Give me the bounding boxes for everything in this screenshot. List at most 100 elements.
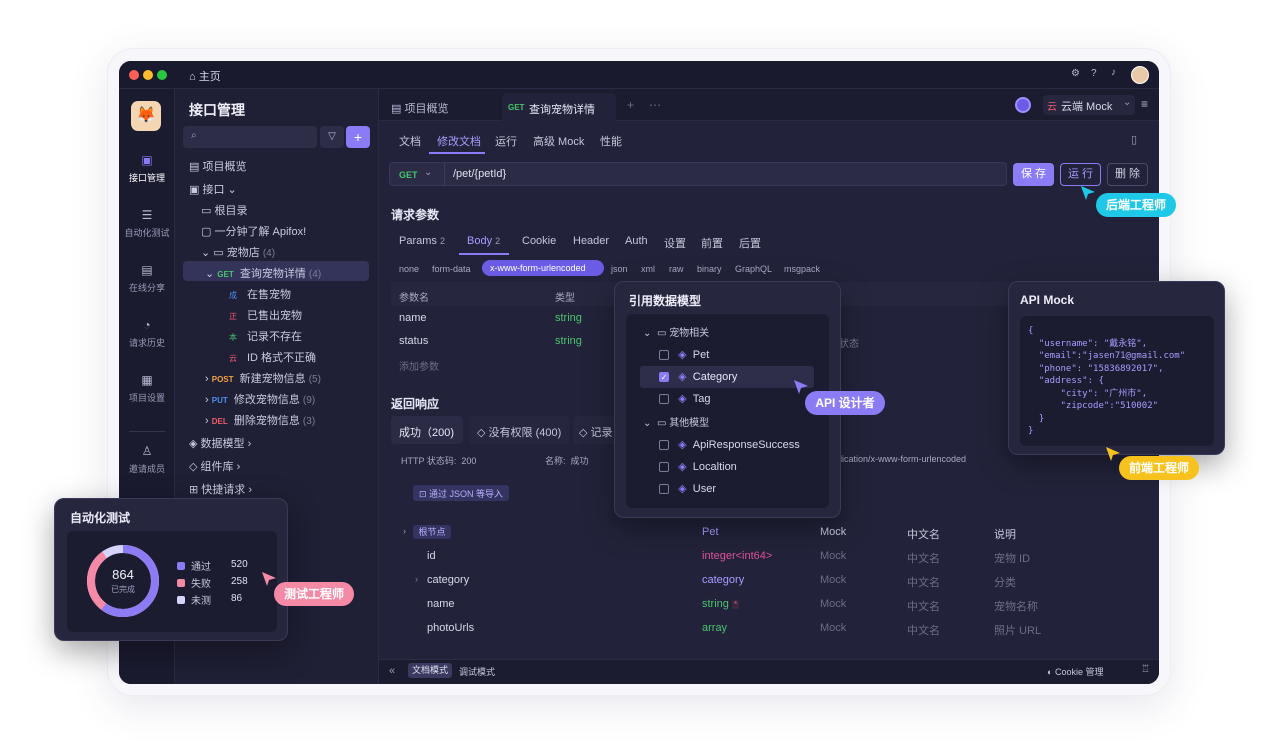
settings-icon[interactable]: ⚙: [1071, 68, 1080, 79]
shirt-icon[interactable]: ♖: [1141, 664, 1150, 675]
checkbox[interactable]: [659, 440, 669, 451]
help-icon[interactable]: ?: [1091, 68, 1097, 79]
param-tab-params[interactable]: Params 2: [399, 235, 445, 247]
sidebar-item-api[interactable]: ▣ 接口 ⌄: [189, 181, 237, 197]
sidebar-item-get-detail[interactable]: ⌄ GET 查询宠物详情 (4): [205, 265, 321, 281]
rail-share[interactable]: ▤ 在线分享: [119, 263, 175, 294]
import-json-button[interactable]: ⊡ 通过 JSON 等导入: [413, 485, 509, 501]
body-type-none[interactable]: none: [399, 264, 419, 274]
body-type-json[interactable]: json: [611, 264, 628, 274]
subtab-doc[interactable]: 文档: [399, 133, 421, 149]
collapse-icon[interactable]: «: [389, 665, 395, 677]
param-type[interactable]: string: [555, 335, 582, 347]
sidebar-item-root[interactable]: ▭ 根目录: [201, 202, 247, 218]
field-type[interactable]: category: [702, 574, 744, 586]
cookie-button[interactable]: ◐ Cookie 管理: [1047, 665, 1103, 678]
param-tab-header[interactable]: Header: [573, 235, 609, 247]
field-name[interactable]: category: [427, 574, 469, 586]
minimize-window-button[interactable]: [143, 70, 153, 80]
param-tab-settings[interactable]: 设置: [664, 235, 686, 251]
close-window-button[interactable]: [129, 70, 139, 80]
env-selector[interactable]: 云 云端 Mock ⌄: [1043, 95, 1135, 115]
save-button[interactable]: 保 存: [1013, 163, 1054, 186]
checkbox-checked[interactable]: ✓: [659, 372, 669, 383]
checkbox[interactable]: [659, 484, 669, 495]
case-item[interactable]: 云 ID 格式不正确: [227, 349, 316, 365]
field-mock[interactable]: Mock: [820, 598, 846, 610]
checkbox[interactable]: [659, 394, 669, 405]
body-type-graphql[interactable]: GraphQL: [735, 264, 772, 274]
param-tab-post[interactable]: 后置: [739, 235, 761, 251]
param-name[interactable]: status: [399, 335, 428, 347]
case-item[interactable]: 正 已售出宠物: [227, 307, 302, 323]
subtab-run[interactable]: 运行: [495, 133, 517, 149]
search-input[interactable]: ⌕: [183, 126, 317, 148]
url-input[interactable]: /pet/{petId}: [453, 168, 506, 180]
add-param-button[interactable]: 添加参数: [399, 358, 439, 373]
method-select[interactable]: GET: [399, 170, 418, 180]
field-name[interactable]: id: [427, 550, 436, 562]
filter-button[interactable]: ▽: [320, 126, 344, 148]
param-type[interactable]: string: [555, 312, 582, 324]
checkbox[interactable]: [659, 462, 669, 473]
field-cn[interactable]: 中文名: [907, 622, 940, 638]
sidebar-item-del[interactable]: › DEL 删除宠物信息 (3): [205, 412, 315, 428]
run-button[interactable]: 运 行: [1060, 163, 1101, 186]
rail-invite[interactable]: ♙ 邀请成员: [119, 444, 175, 475]
doc-mode-button[interactable]: 文档模式: [408, 663, 452, 678]
field-type[interactable]: string *: [702, 598, 740, 610]
body-type-raw[interactable]: raw: [669, 264, 684, 274]
model-group[interactable]: ⌄ ▭ 宠物相关: [643, 324, 709, 339]
add-button[interactable]: +: [346, 126, 370, 148]
response-tab-400[interactable]: ◇ 没有权限 (400): [469, 416, 569, 444]
case-item[interactable]: 成 在售宠物: [227, 286, 291, 302]
subtab-performance[interactable]: 性能: [600, 133, 622, 149]
subtab-advanced-mock[interactable]: 高级 Mock: [533, 133, 584, 149]
avatar[interactable]: [1131, 66, 1149, 84]
body-type-urlencoded[interactable]: x-www-form-urlencoded: [482, 260, 604, 276]
delete-button[interactable]: 删 除: [1107, 163, 1148, 186]
field-name[interactable]: photoUrls: [427, 622, 474, 634]
param-desc[interactable]: 状态: [839, 335, 859, 350]
tab-overview[interactable]: ▤ 项目概览: [391, 100, 448, 116]
menu-icon[interactable]: ≡: [1141, 97, 1148, 111]
sidebar-item-petstore[interactable]: ⌄ ▭ 宠物店 (4): [201, 244, 275, 260]
param-tab-auth[interactable]: Auth: [625, 235, 648, 247]
schema-type[interactable]: Pet: [702, 526, 719, 538]
model-item[interactable]: ◈ Tag: [659, 392, 711, 405]
body-type-form-data[interactable]: form-data: [432, 264, 471, 274]
response-tab-200[interactable]: 成功（200): [391, 416, 463, 444]
more-icon[interactable]: ⋯: [649, 98, 661, 112]
model-item[interactable]: ◈ Pet: [659, 348, 709, 361]
param-tab-pre[interactable]: 前置: [701, 235, 723, 251]
model-item[interactable]: ◈ Localtion: [659, 460, 737, 473]
body-type-xml[interactable]: xml: [641, 264, 655, 274]
sidebar-item-data-model[interactable]: ◈ 数据模型 ›: [189, 435, 251, 451]
field-mock[interactable]: Mock: [820, 622, 846, 634]
param-tab-body[interactable]: Body 2: [467, 235, 500, 247]
field-desc[interactable]: 宠物 ID: [994, 550, 1030, 566]
field-name[interactable]: name: [427, 598, 455, 610]
model-item[interactable]: ◈ User: [659, 482, 716, 495]
tab-active[interactable]: GET 查询宠物详情: [502, 93, 616, 121]
case-item[interactable]: 本 记录不存在: [227, 328, 302, 344]
model-item[interactable]: ✓ ◈ Category: [659, 370, 737, 383]
body-type-binary[interactable]: binary: [697, 264, 722, 274]
param-name[interactable]: name: [399, 312, 427, 324]
sidebar-item-quick-request[interactable]: ⊞ 快捷请求 ›: [189, 481, 252, 497]
model-group[interactable]: ⌄ ▭ 其他模型: [643, 414, 709, 429]
field-cn[interactable]: 中文名: [907, 598, 940, 614]
sidebar-item-put[interactable]: › PUT 修改宠物信息 (9): [205, 391, 315, 407]
sidebar-item-components[interactable]: ◇ 组件库 ›: [189, 458, 240, 474]
rail-settings[interactable]: ▦ 项目设置: [119, 373, 175, 404]
body-type-msgpack[interactable]: msgpack: [784, 264, 820, 274]
new-tab-icon[interactable]: +: [627, 98, 634, 112]
field-desc[interactable]: 照片 URL: [994, 622, 1041, 638]
maximize-window-button[interactable]: [157, 70, 167, 80]
sidebar-item-post[interactable]: › POST 新建宠物信息 (5): [205, 370, 321, 386]
sidebar-item-overview[interactable]: ▤ 项目概览: [189, 158, 246, 174]
home-tab[interactable]: ⌂ 主页: [189, 68, 221, 84]
checkbox[interactable]: [659, 350, 669, 361]
rail-history[interactable]: ◔ 请求历史: [119, 318, 175, 349]
field-desc[interactable]: 分类: [994, 574, 1016, 590]
